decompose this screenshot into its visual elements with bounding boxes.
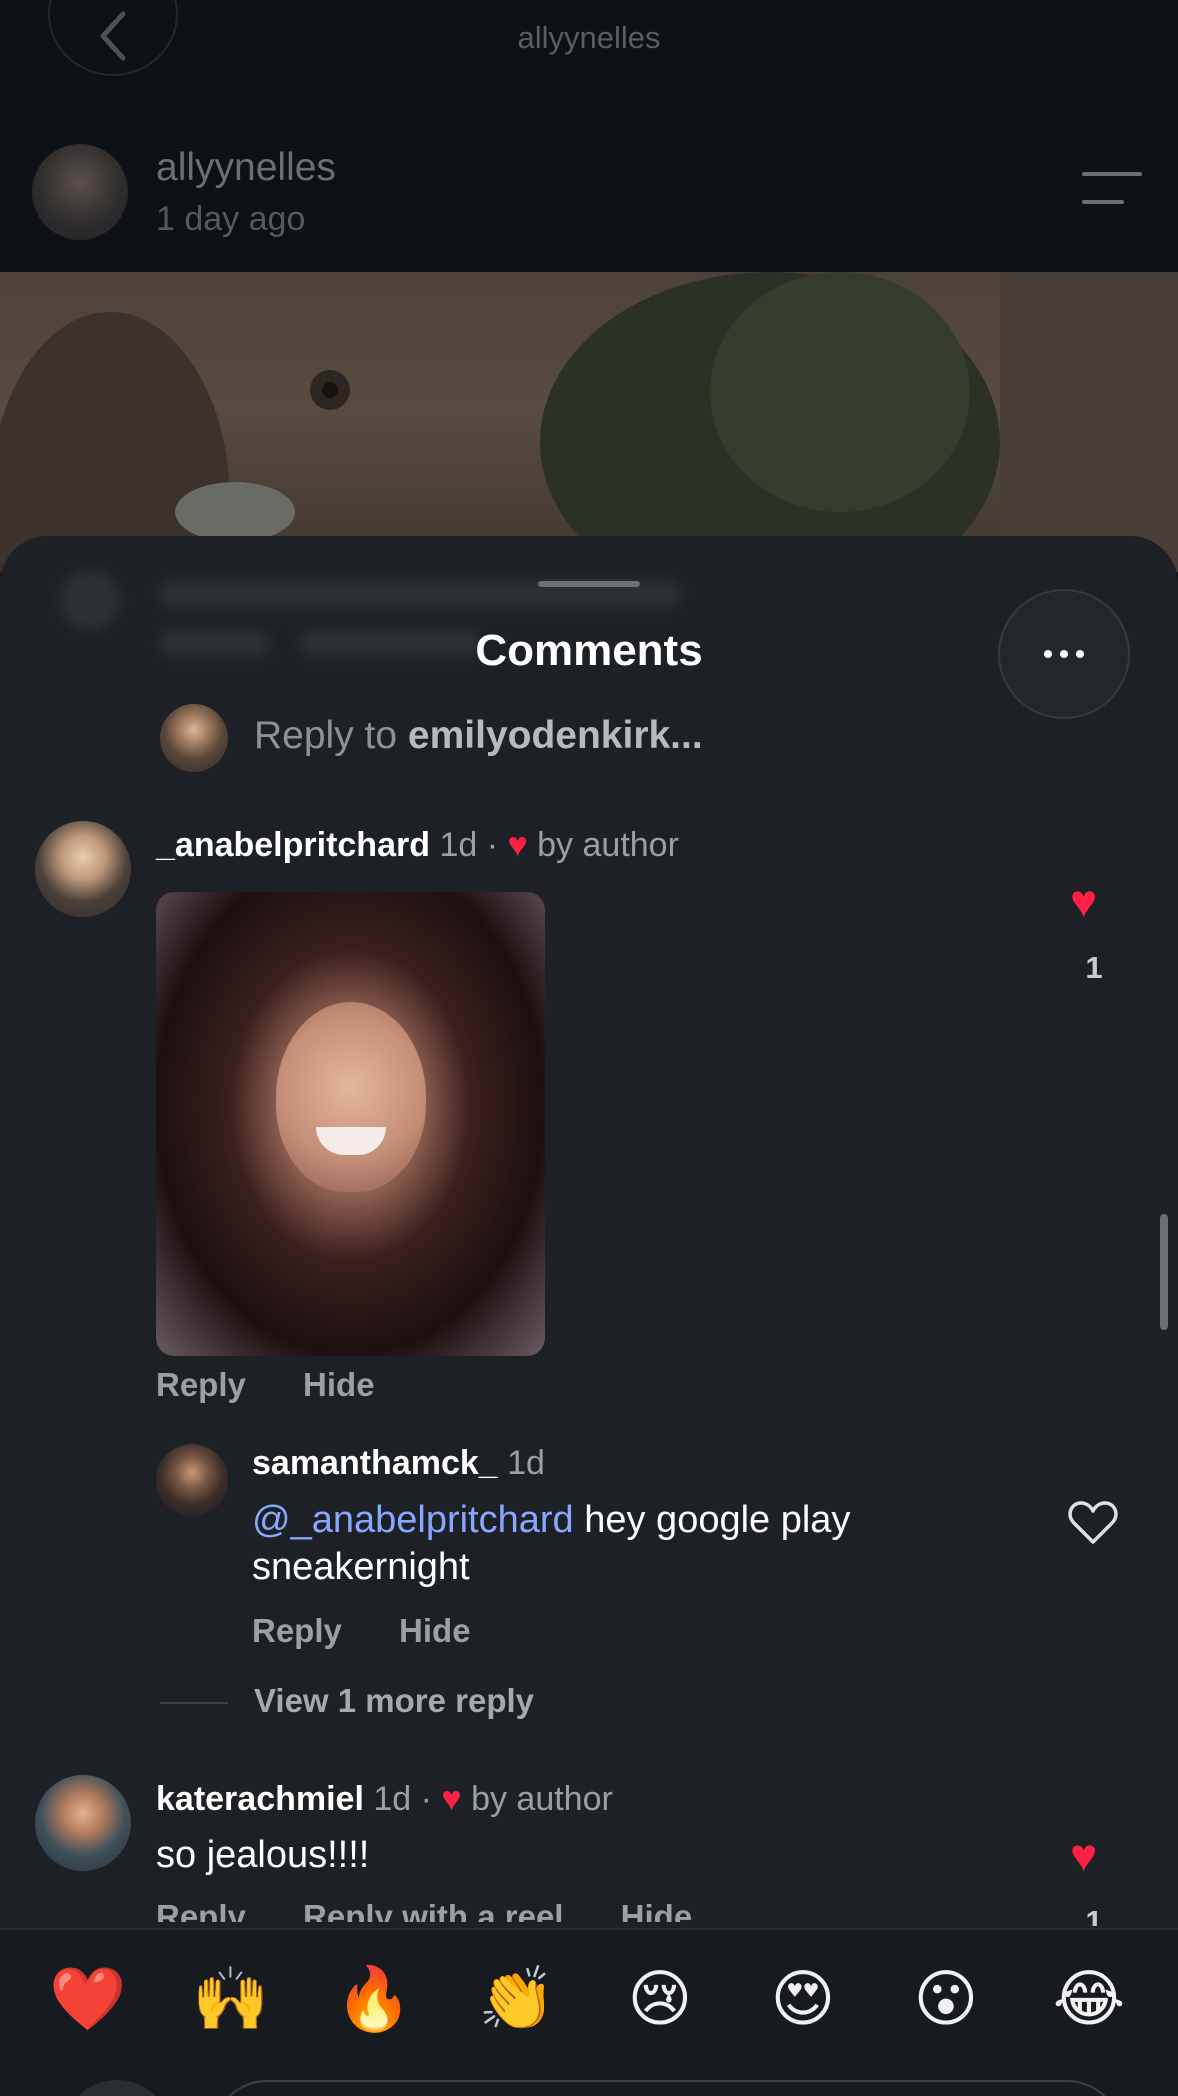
post-timestamp: 1 day ago	[156, 200, 306, 238]
hide-button[interactable]: Hide	[303, 1366, 375, 1403]
emoji-reaction-bar	[0, 1928, 1178, 2096]
menu-icon[interactable]	[1082, 172, 1142, 206]
avatar[interactable]	[156, 1444, 228, 1516]
scrollbar[interactable]	[1160, 1214, 1168, 1330]
reply-time: 1d	[507, 1444, 545, 1482]
post-author-username[interactable]: allyynelles	[156, 146, 336, 190]
view-more-replies-button[interactable]: View 1 more reply	[160, 1682, 534, 1720]
emoji-fire-button[interactable]: 🔥	[334, 1960, 414, 2040]
header-subtitle: allyynelles	[517, 20, 661, 55]
comment-username[interactable]: _anabelpritchard	[156, 826, 430, 864]
comment-input[interactable]	[212, 2080, 1122, 2096]
heart-outline-icon[interactable]	[1068, 1500, 1118, 1546]
comment-username[interactable]: katerachmiel	[156, 1780, 364, 1818]
avatar[interactable]	[35, 1775, 131, 1871]
emoji-heart-eyes-button[interactable]: 😍	[763, 1960, 843, 2040]
reply-header: samanthamck_ 1d	[252, 1444, 545, 1483]
avatar[interactable]	[35, 821, 131, 917]
post-photo-graphic	[0, 272, 1178, 692]
comment-actions: Reply Hide	[156, 1366, 423, 1404]
post-author-avatar[interactable]	[32, 144, 128, 240]
reply-to-label: Reply to emilyodenkirk...	[254, 714, 703, 757]
emoji-surprised-button[interactable]: 😮	[906, 1960, 986, 2040]
comments-screen: allyynelles allyynelles 1 day ago Commen…	[0, 0, 1178, 2096]
heart-icon: ♥	[507, 826, 528, 864]
reply-target-avatar	[160, 704, 228, 772]
heart-icon: ♥	[441, 1780, 462, 1818]
reply-text: @_anabelpritchard hey google play sneake…	[252, 1499, 851, 1588]
like-count: 1	[1085, 950, 1103, 985]
emoji-clap-button[interactable]: 👏	[477, 1960, 557, 2040]
comment-text: so jealous!!!!	[156, 1834, 370, 1876]
heart-icon[interactable]: ♥	[1070, 878, 1097, 924]
reply-actions: Reply Hide	[252, 1612, 519, 1650]
comment-time: 1d	[439, 826, 478, 864]
comment-header: _anabelpritchard 1d · ♥ by author	[156, 826, 679, 864]
more-horizontal-icon	[1044, 650, 1052, 658]
reply-button[interactable]: Reply	[252, 1612, 342, 1649]
emoji-raised-hands-button[interactable]: 🙌	[191, 1960, 271, 2040]
comment-image[interactable]	[156, 892, 545, 1356]
post-photo	[0, 272, 1178, 692]
reply-target-username: emilyodenkirk...	[407, 714, 703, 757]
liked-by-author-badge: by author	[537, 826, 679, 864]
more-options-button[interactable]	[998, 589, 1130, 719]
emoji-laugh-button[interactable]: 😂	[1049, 1960, 1129, 2040]
sheet-drag-handle[interactable]	[538, 581, 640, 587]
emoji-heart-button[interactable]: ❤️	[48, 1960, 128, 2040]
reply-button[interactable]: Reply	[156, 1366, 246, 1403]
mention-link[interactable]: @_anabelpritchard	[252, 1499, 574, 1541]
liked-by-author-badge: by author	[471, 1780, 613, 1818]
comment-time: 1d	[373, 1780, 412, 1818]
emoji-cry-button[interactable]: 😢	[620, 1960, 700, 2040]
comment-header: katerachmiel 1d · ♥ by author	[156, 1780, 613, 1818]
hide-button[interactable]: Hide	[399, 1612, 471, 1649]
heart-icon[interactable]: ♥	[1070, 1832, 1097, 1878]
reply-username[interactable]: samanthamck_	[252, 1444, 498, 1482]
